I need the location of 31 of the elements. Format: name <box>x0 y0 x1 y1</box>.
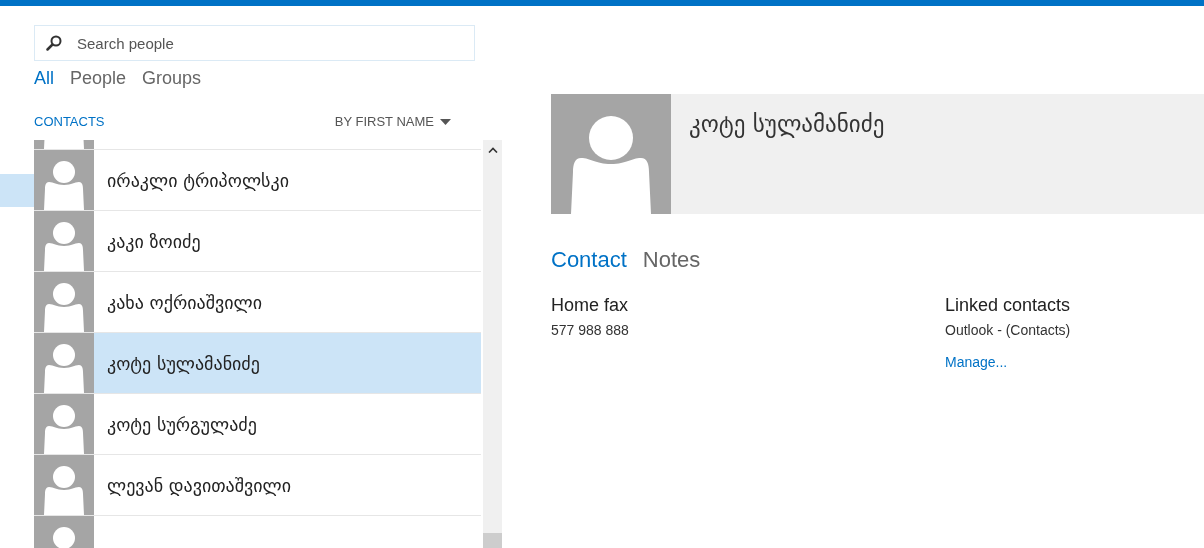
avatar-icon <box>34 272 94 332</box>
manage-link[interactable]: Manage... <box>945 354 1008 370</box>
contact-title: კოტე სულამანიძე <box>689 111 885 140</box>
sort-dropdown[interactable]: BY FIRST NAME <box>334 114 451 129</box>
contact-name: კახა ოქრიაშვილი <box>107 291 263 313</box>
field-value: 577 988 888 <box>551 322 630 338</box>
field-label: Home fax <box>551 295 630 316</box>
scroll-up-icon[interactable] <box>487 147 498 153</box>
search-field[interactable]: Search people <box>34 25 475 61</box>
filter-tab[interactable]: Groups <box>142 67 202 89</box>
detail-tab[interactable]: Contact <box>551 247 627 273</box>
list-title: CONTACTS <box>34 114 105 129</box>
avatar-icon <box>34 394 94 454</box>
contact-row[interactable]: კოტე სულამანიძე <box>34 333 481 393</box>
contact-name: კოტე სულამანიძე <box>107 352 260 374</box>
detail-tab[interactable]: Notes <box>642 247 701 273</box>
caret-icon <box>440 118 451 125</box>
filter-tab[interactable]: All <box>34 67 54 89</box>
avatar-icon <box>551 94 671 214</box>
contact-name: კოტე სურგულაძე <box>107 413 257 435</box>
field-label: Linked contacts <box>945 295 1072 316</box>
scrollbar[interactable] <box>483 140 502 548</box>
contact-name: ლევან დავითაშვილი <box>107 474 292 496</box>
field-value: Outlook - (Contacts) <box>945 322 1072 338</box>
contact-name: კაკი ზოიძე <box>107 230 201 252</box>
contact-name: ირაკლი ტრიპოლსკი <box>107 169 289 191</box>
nav-highlight <box>0 174 34 207</box>
filter-tab[interactable]: People <box>70 67 127 89</box>
avatar-icon <box>34 333 94 393</box>
scroll-thumb[interactable] <box>483 533 502 548</box>
avatar-icon <box>34 211 94 271</box>
